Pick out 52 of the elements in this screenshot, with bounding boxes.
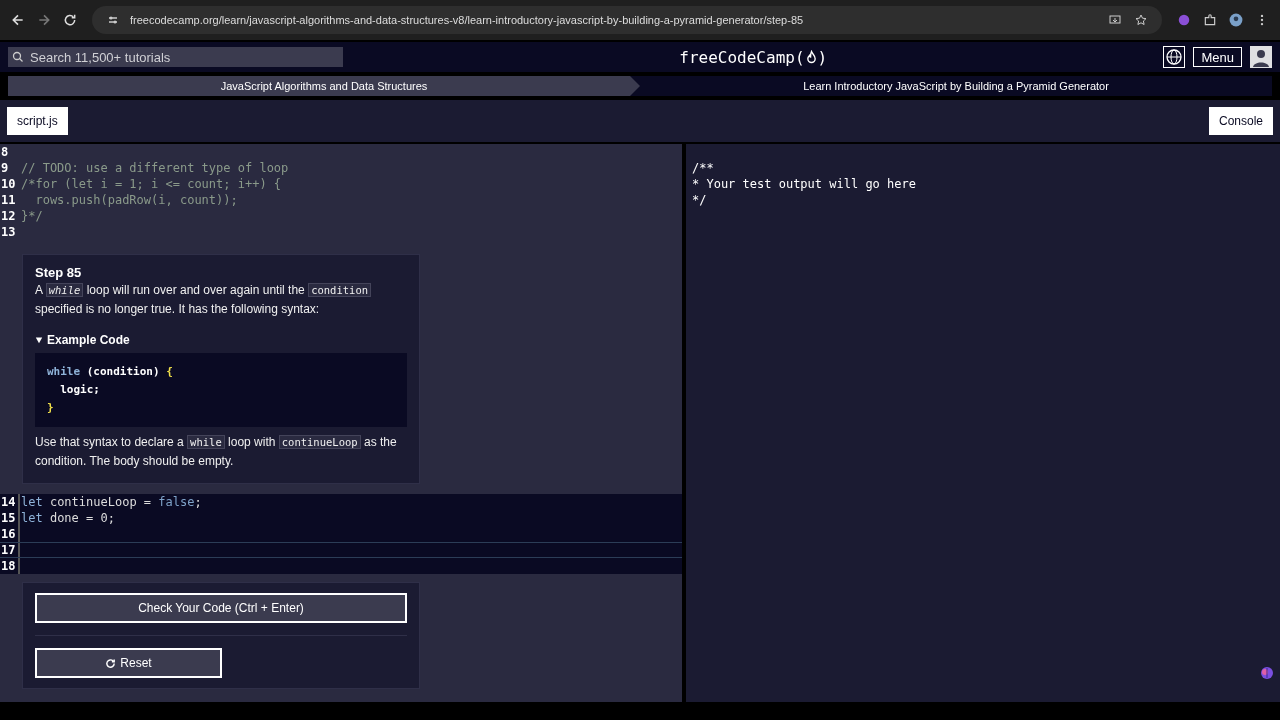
reset-icon [105, 657, 117, 669]
address-bar[interactable]: freecodecamp.org/learn/javascript-algorithms-and-data-structures-v8/learn-introductory-javascript-by-building-a-pyramid-generator/step-85 [92, 6, 1162, 34]
line-number: 14 [0, 494, 20, 510]
logo-text[interactable]: freeCodeCamp( [679, 47, 805, 67]
breadcrumb-link[interactable]: JavaScript Algorithms and Data Structures [8, 76, 640, 96]
line-number: 17 [0, 543, 20, 557]
line-number: 12 [0, 208, 17, 224]
code-line: let done = 0; [20, 510, 115, 526]
console-text: * Your test output will go here [692, 176, 917, 192]
code-line: }*/ [20, 208, 43, 224]
console-text: /** [692, 160, 715, 176]
line-number: 8 [0, 144, 10, 160]
line-number: 16 [0, 526, 20, 542]
code-example: while (condition) { logic; } [35, 353, 407, 427]
star-icon[interactable] [1135, 14, 1147, 26]
console-button[interactable]: Console [1208, 107, 1273, 135]
line-number: 15 [0, 510, 20, 526]
breadcrumb-link[interactable]: Learn Introductory JavaScript by Building a Pyramid Generator [640, 76, 1272, 96]
line-number: 10 [0, 176, 17, 192]
url-text: freecodecamp.org/learn/javascript-algorithms-and-data-structures-v8/learn-introductory-javascript-by-building-a-pyramid-generator/step-85 [130, 14, 804, 26]
logo-text[interactable]: ) [817, 47, 828, 67]
check-code-button[interactable]: Check Your Code (Ctrl + Enter) [35, 593, 407, 623]
line-number: 13 [0, 224, 17, 240]
search-field[interactable]: Search 11,500+ tutorials [8, 47, 343, 67]
profile-icon[interactable] [1229, 13, 1243, 27]
avatar-icon[interactable] [1250, 46, 1272, 68]
flame-icon[interactable] [805, 50, 817, 64]
reload-icon[interactable] [63, 13, 77, 27]
reset-button[interactable]: Reset [35, 648, 222, 678]
instruction-text: Use that syntax to declare a while loop with continueLoop as the condition. The body should be empty. [35, 434, 398, 470]
extension-icon[interactable] [1177, 13, 1191, 27]
back-icon[interactable] [11, 13, 25, 27]
line-number: 11 [0, 192, 17, 208]
step-title: Step 85 [35, 265, 83, 280]
code-line: let continueLoop = false; [20, 494, 202, 510]
code-editor[interactable]: 14 let continueLoop = false; 15 let done = 0; 16 17 18 [0, 494, 682, 574]
file-tab[interactable]: script.js [7, 107, 68, 135]
line-number: 9 [0, 160, 10, 176]
globe-icon[interactable] [1163, 46, 1186, 68]
puzzle-icon[interactable] [1203, 13, 1217, 27]
console-text: */ [692, 192, 708, 208]
forward-icon[interactable] [37, 13, 51, 27]
line-number: 18 [0, 558, 20, 574]
code-line: rows.push(padRow(i, count)); [34, 192, 238, 208]
install-icon[interactable] [1109, 14, 1121, 26]
disclosure-triangle-icon [35, 336, 43, 344]
example-code-toggle[interactable]: Example Code [35, 333, 407, 347]
site-info-icon[interactable] [107, 14, 119, 26]
code-line: /*for (let i = 1; i <= count; i++) { [20, 176, 282, 192]
menu-button[interactable]: Menu [1193, 47, 1242, 67]
code-line: // TODO: use a different type of loop [20, 160, 289, 176]
instruction-text: A while loop will run over and over again until the condition specified is no longer true. It has the following syntax: [35, 281, 407, 319]
